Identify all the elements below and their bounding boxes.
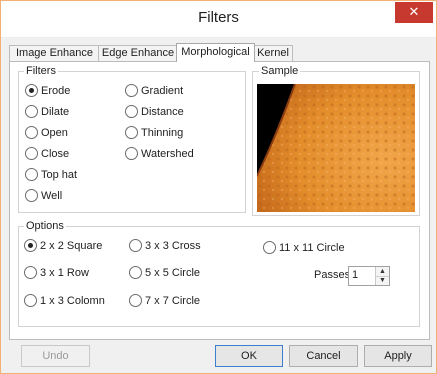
tab-edge-enhance[interactable]: Edge Enhance: [98, 45, 178, 61]
radio-circle: [24, 266, 37, 279]
radio-circle: [125, 126, 138, 139]
tab-morphological[interactable]: Morphological: [176, 43, 255, 62]
radio-label: 1 x 3 Colomn: [40, 295, 105, 307]
cancel-button[interactable]: Cancel: [289, 345, 358, 367]
radio-circle: [129, 266, 142, 279]
close-button[interactable]: ✕: [395, 2, 433, 23]
undo-button[interactable]: Undo: [21, 345, 90, 367]
radio-label: Distance: [141, 106, 184, 118]
radio-label: 11 x 11 Circle: [279, 242, 345, 254]
radio-label: 3 x 1 Row: [40, 267, 89, 279]
radio-circle: [24, 294, 37, 307]
sample-label: Sample: [259, 65, 301, 77]
filters-group-label: Filters: [24, 65, 58, 77]
sample-group: Sample: [252, 65, 420, 216]
title-bar[interactable]: Filters ✕: [1, 1, 436, 38]
radio-circle: [263, 241, 276, 254]
radio-circle: [25, 189, 38, 202]
radio-label: Top hat: [41, 169, 78, 181]
radio-label: Thinning: [141, 127, 184, 139]
radio-circle: [125, 105, 138, 118]
tab-kernel[interactable]: Kernel: [253, 45, 293, 61]
radio-label: Watershed: [141, 148, 194, 160]
morphological-tab-page: Filters Erode Dilate Open Close Top hat: [9, 61, 430, 340]
radio-circle: [129, 294, 142, 307]
radio-circle: [25, 84, 38, 97]
radio-circle: [129, 239, 142, 252]
radio-label: Open: [41, 127, 68, 139]
filters-group: Filters Erode Dilate Open Close Top hat: [18, 65, 246, 213]
dialog-title: Filters: [198, 9, 239, 26]
radio-label: Close: [41, 148, 70, 160]
filters-dialog: Filters ✕ Image Enhance Edge Enhance Mor…: [0, 0, 437, 374]
radio-label: 3 x 3 Cross: [145, 240, 201, 252]
tab-image-enhance[interactable]: Image Enhance: [9, 45, 100, 61]
apply-button[interactable]: Apply: [364, 345, 432, 367]
radio-circle: [125, 147, 138, 160]
radio-label: 7 x 7 Circle: [145, 295, 201, 307]
radio-label: Dilate: [41, 106, 70, 118]
radio-label: Erode: [41, 85, 71, 97]
passes-label: Passes: [314, 269, 351, 281]
radio-circle: [25, 105, 38, 118]
sun-surface-graphic: [257, 84, 415, 212]
spin-down-icon[interactable]: ▼: [376, 276, 389, 285]
passes-value[interactable]: 1: [352, 269, 358, 281]
options-group-label: Options: [24, 220, 66, 232]
radio-circle: [125, 84, 138, 97]
radio-label: 5 x 5 Circle: [145, 267, 201, 279]
radio-circle: [25, 126, 38, 139]
sample-image: [257, 84, 415, 212]
passes-spinner[interactable]: 1 ▲ ▼: [348, 266, 390, 286]
spin-buttons: ▲ ▼: [375, 267, 389, 285]
close-icon: ✕: [408, 4, 420, 19]
ok-button[interactable]: OK: [215, 345, 283, 367]
radio-label: Well: [41, 190, 63, 202]
radio-circle: [25, 147, 38, 160]
radio-label: 2 x 2 Square: [40, 240, 103, 252]
radio-circle: [25, 168, 38, 181]
radio-circle: [24, 239, 37, 252]
radio-label: Gradient: [141, 85, 184, 97]
